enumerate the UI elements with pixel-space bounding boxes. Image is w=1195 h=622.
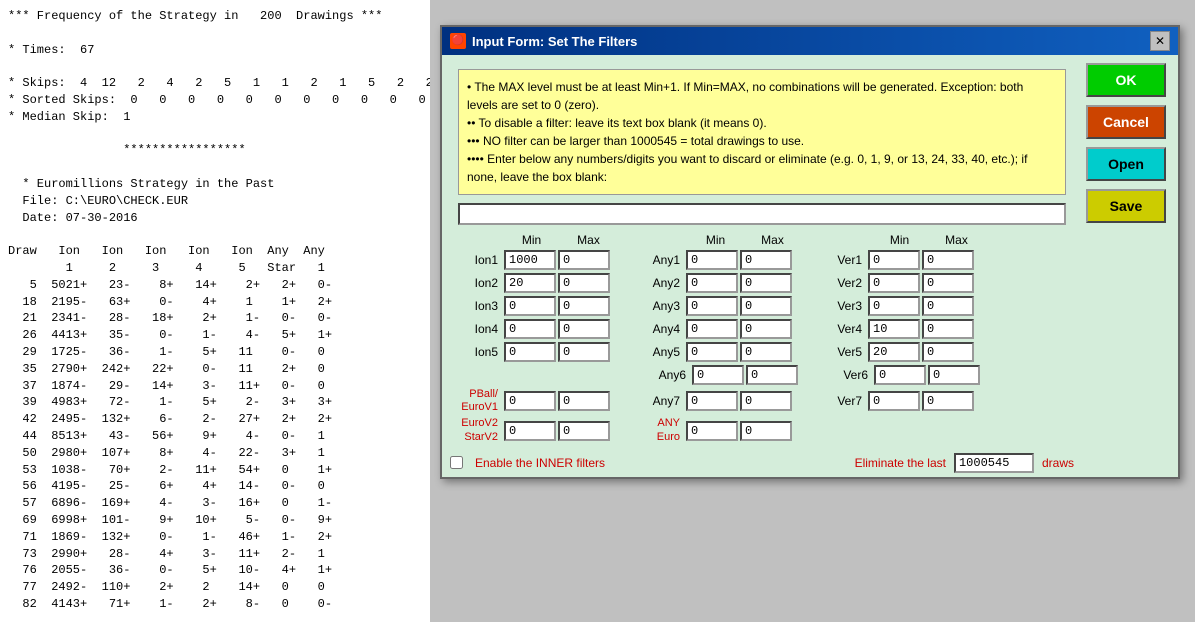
ver6-min[interactable] [874,365,926,385]
any1-min[interactable] [686,250,738,270]
info-line3: ••• NO filter can be larger than 1000545… [467,134,804,148]
ver2-max[interactable] [922,273,974,293]
terminal-area: *** Frequency of the Strategy in 200 Dra… [0,0,430,622]
ver5-max[interactable] [922,342,974,362]
title-bar: 🔴 Input Form: Set The Filters ✕ [442,27,1178,55]
ion-max-header: Max [561,233,616,247]
ion2-label: Ion2 [450,276,502,290]
info-box: • The MAX level must be at least Min+1. … [458,69,1066,195]
any6-max[interactable] [746,365,798,385]
any1-max[interactable] [740,250,792,270]
modal-title: Input Form: Set The Filters [472,34,637,49]
any-min-header: Min [688,233,743,247]
ver6-max[interactable] [928,365,980,385]
any2-max[interactable] [740,273,792,293]
any3-label: Any3 [632,299,684,313]
ver1-label: Ver1 [814,253,866,267]
cancel-button[interactable]: Cancel [1086,105,1166,139]
any5-max[interactable] [740,342,792,362]
modal-overlay: 🔴 Input Form: Set The Filters ✕ • The MA… [430,0,1195,622]
ion5-max[interactable] [558,342,610,362]
any7-max[interactable] [740,391,792,411]
ok-button[interactable]: OK [1086,63,1166,97]
ion2-min[interactable] [504,273,556,293]
any-euro-min[interactable] [686,421,738,441]
ion4-max[interactable] [558,319,610,339]
any3-max[interactable] [740,296,792,316]
eurov2-min[interactable] [504,421,556,441]
ion1-max[interactable] [558,250,610,270]
any-max-header: Max [745,233,800,247]
eurov2-max[interactable] [558,421,610,441]
ion-min-header: Min [504,233,559,247]
ver4-label: Ver4 [814,322,866,336]
ver-max-header: Max [929,233,984,247]
ion5-min[interactable] [504,342,556,362]
eurov2-label: EuroV2StarV2 [450,417,502,443]
inner-filters-label: Enable the INNER filters [475,456,605,470]
ion4-label: Ion4 [450,322,502,336]
ver7-label: Ver7 [814,394,866,408]
any5-min[interactable] [686,342,738,362]
any5-label: Any5 [632,345,684,359]
any2-min[interactable] [686,273,738,293]
any-euro-label: ANYEuro [632,417,684,443]
info-line4: •••• Enter below any numbers/digits you … [467,152,1027,184]
info-line2: •• To disable a filter: leave its text b… [467,116,767,130]
ion2-max[interactable] [558,273,610,293]
modal-dialog: 🔴 Input Form: Set The Filters ✕ • The MA… [440,25,1180,479]
pball-max[interactable] [558,391,610,411]
ver3-label: Ver3 [814,299,866,313]
any4-min[interactable] [686,319,738,339]
any3-min[interactable] [686,296,738,316]
discard-input-field[interactable] [458,203,1066,225]
any7-label: Any7 [632,394,684,408]
ver5-min[interactable] [868,342,920,362]
ion1-label: Ion1 [450,253,502,267]
info-line1: • The MAX level must be at least Min+1. … [467,80,1023,112]
ver6-label: Ver6 [820,368,872,382]
bottom-row: Enable the INNER filters Eliminate the l… [450,447,1074,477]
ver1-max[interactable] [922,250,974,270]
ver3-max[interactable] [922,296,974,316]
discard-section [458,203,1066,225]
any1-label: Any1 [632,253,684,267]
ver3-min[interactable] [868,296,920,316]
inner-filters-checkbox[interactable] [450,456,463,469]
any7-min[interactable] [686,391,738,411]
ver4-max[interactable] [922,319,974,339]
ver1-min[interactable] [868,250,920,270]
ver7-max[interactable] [922,391,974,411]
any6-label: Any6 [638,368,690,382]
terminal-text: *** Frequency of the Strategy in 200 Dra… [8,8,422,613]
ion5-label: Ion5 [450,345,502,359]
action-buttons: OK Cancel Open Save [1082,55,1178,477]
ver-min-header: Min [872,233,927,247]
ion4-min[interactable] [504,319,556,339]
ion3-max[interactable] [558,296,610,316]
any2-label: Any2 [632,276,684,290]
any4-max[interactable] [740,319,792,339]
ion3-label: Ion3 [450,299,502,313]
draws-label: draws [1042,456,1074,470]
ver7-min[interactable] [868,391,920,411]
ion1-min[interactable] [504,250,556,270]
ver2-min[interactable] [868,273,920,293]
eliminate-label: Eliminate the last [855,456,946,470]
ion3-min[interactable] [504,296,556,316]
open-button[interactable]: Open [1086,147,1166,181]
draws-input[interactable] [954,453,1034,473]
close-button[interactable]: ✕ [1150,31,1170,51]
app-icon: 🔴 [450,33,466,49]
pball-min[interactable] [504,391,556,411]
pball-label: PBall/EuroV1 [450,388,502,414]
any4-label: Any4 [632,322,684,336]
any6-min[interactable] [692,365,744,385]
save-button[interactable]: Save [1086,189,1166,223]
ver2-label: Ver2 [814,276,866,290]
ver5-label: Ver5 [814,345,866,359]
ver4-min[interactable] [868,319,920,339]
any-euro-max[interactable] [740,421,792,441]
